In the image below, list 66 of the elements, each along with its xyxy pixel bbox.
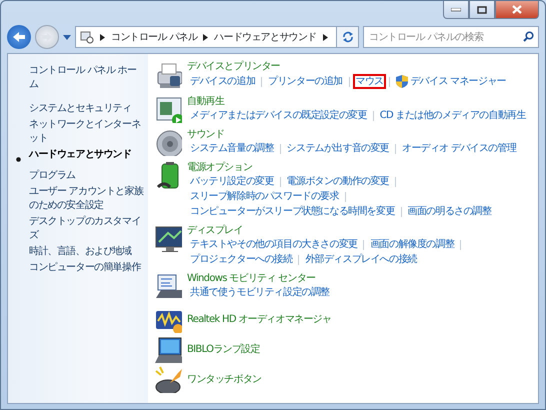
section-title-link[interactable]: サウンド	[187, 128, 520, 141]
search-icon	[523, 31, 534, 42]
close-icon	[512, 5, 522, 14]
task-link[interactable]: デバイスの追加	[187, 74, 258, 89]
close-button[interactable]	[495, 1, 539, 19]
laptop-icon	[154, 335, 182, 363]
autoplay-icon	[154, 95, 182, 123]
task-link[interactable]: 共通で使うモビリティ設定の調整	[187, 285, 333, 300]
back-button[interactable]	[7, 25, 31, 49]
section-title-link[interactable]: Realtek HD オーディオマネージャ	[187, 312, 332, 326]
task-link[interactable]: スリープ解除時のパスワードの要求	[187, 189, 342, 204]
breadcrumb-arrow-icon	[100, 34, 105, 40]
minimize-button[interactable]	[443, 1, 469, 19]
address-bar[interactable]: コントロール パネル ハードウェアとサウンド	[75, 26, 337, 48]
section-title-link[interactable]: デバイスとプリンター	[187, 60, 509, 73]
sidebar-link[interactable]: コントロール パネル ホーム	[29, 64, 144, 92]
minimize-icon	[451, 8, 461, 12]
task-link[interactable]: プリンターの追加	[265, 74, 346, 89]
refresh-button[interactable]	[337, 26, 359, 48]
section-title-link[interactable]: 電源オプション	[187, 161, 494, 174]
breadcrumb-item[interactable]: ハードウェアとサウンド	[214, 30, 316, 44]
task-link[interactable]: 外部ディスプレイへの接続	[302, 252, 420, 267]
forward-arrow-icon	[41, 32, 53, 42]
task-link[interactable]: 画面の明るさの調整	[404, 204, 494, 219]
section-title-link[interactable]: BIBLOランプ設定	[187, 342, 260, 356]
sidebar-link[interactable]: ユーザー アカウントと家族のための安全設定	[29, 185, 144, 213]
task-link[interactable]: オーディオ デバイスの管理	[399, 141, 520, 156]
task-link[interactable]: メディアまたはデバイスの既定設定の変更	[187, 108, 370, 123]
shield-icon	[396, 75, 408, 88]
monitor-icon	[154, 224, 182, 252]
maximize-button[interactable]	[469, 1, 495, 19]
sidebar-link[interactable]: ハードウェアとサウンド	[29, 148, 132, 167]
task-link[interactable]: 電源ボタンの動作の変更	[284, 174, 392, 189]
task-link[interactable]: バッテリ設定の変更	[187, 174, 277, 189]
control-panel-icon	[80, 30, 94, 44]
task-link[interactable]: コンピューターがスリープ状態になる時間を変更	[187, 204, 398, 219]
bullet-icon	[16, 156, 21, 162]
task-link[interactable]: デバイス マネージャー	[393, 73, 509, 90]
breadcrumb-item[interactable]: コントロール パネル	[111, 30, 198, 44]
task-link[interactable]: 画面の解像度の調整	[367, 237, 458, 252]
refresh-icon	[342, 31, 354, 43]
section-title-link[interactable]: ディスプレイ	[187, 224, 464, 237]
sidebar-link[interactable]: ネットワークとインターネット	[29, 118, 144, 146]
maximize-icon	[477, 6, 487, 14]
sidebar-link[interactable]: 時計、言語、および地域	[29, 245, 132, 259]
laptop-icon	[154, 272, 182, 300]
section-title-link[interactable]: Windows モビリティ センター	[187, 272, 333, 285]
breadcrumb-arrow-icon	[322, 34, 328, 40]
task-link[interactable]: マウス	[352, 74, 386, 89]
task-link[interactable]: テキストやその他の項目の大きさの変更	[187, 237, 360, 252]
sidebar-link[interactable]: コンピューターの簡単操作	[29, 261, 141, 275]
task-link[interactable]: CD または他のメディアの自動再生	[376, 108, 529, 123]
search-field[interactable]: コントロール パネルの検索	[363, 26, 539, 48]
task-link[interactable]: システムが出す音の変更	[284, 141, 392, 156]
back-arrow-icon	[12, 31, 26, 43]
mouse-icon	[154, 365, 182, 393]
dropdown-caret-icon	[63, 34, 71, 40]
sidebar-link[interactable]: デスクトップのカスタマイズ	[29, 215, 144, 243]
sidebar-link[interactable]: システムとセキュリティ	[29, 102, 132, 116]
task-link[interactable]: プロジェクターへの接続	[187, 252, 296, 267]
speaker-icon	[154, 128, 182, 156]
breadcrumb-arrow-icon	[203, 34, 208, 40]
sidebar-link[interactable]: プログラム	[29, 169, 76, 183]
task-link[interactable]: システム音量の調整	[187, 141, 277, 156]
section-title-link[interactable]: ワンタッチボタン	[187, 372, 262, 386]
section-title-link[interactable]: 自動再生	[187, 95, 529, 108]
